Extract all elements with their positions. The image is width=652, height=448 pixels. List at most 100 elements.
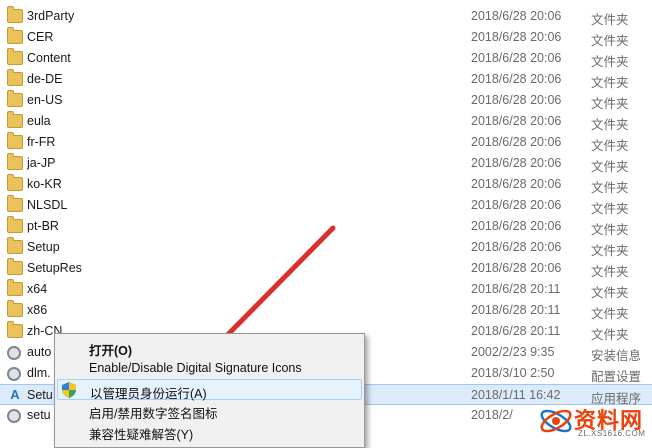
file-row[interactable]: SetupRes 2018/6/28 20:06 文件夹: [0, 258, 652, 279]
file-date: 2018/6/28 20:06: [471, 156, 562, 170]
file-row[interactable]: Content 2018/6/28 20:06 文件夹: [0, 48, 652, 69]
file-date: 2018/6/28 20:11: [471, 282, 561, 296]
file-date: 2018/6/28 20:06: [471, 30, 562, 44]
settings-file-icon: [7, 346, 21, 360]
file-name: NLSDL: [27, 198, 68, 212]
folder-icon: [7, 132, 23, 149]
menu-item-open[interactable]: 打开(O): [57, 337, 362, 358]
file-name: ja-JP: [27, 156, 56, 170]
file-name: Setu: [27, 388, 53, 402]
file-name: fr-FR: [27, 135, 56, 149]
menu-item-label: 打开(O): [89, 344, 133, 358]
folder-icon: [7, 27, 23, 44]
file-date: 2018/6/28 20:06: [471, 114, 562, 128]
file-date: 2018/6/28 20:06: [471, 198, 562, 212]
folder-icon: [7, 111, 23, 128]
file-type: 文件夹: [591, 97, 629, 111]
watermark-logo-icon: [540, 409, 572, 433]
file-type: 文件夹: [591, 55, 629, 69]
file-date: 2018/2/: [471, 408, 513, 422]
file-type: 文件夹: [591, 202, 629, 216]
file-name: setu: [27, 408, 51, 422]
file-date: 2018/6/28 20:06: [471, 135, 562, 149]
folder-icon: [7, 279, 23, 296]
file-date: 2018/6/28 20:11: [471, 303, 561, 317]
menu-item-label: 兼容性疑难解答(Y): [89, 428, 194, 442]
file-row[interactable]: de-DE 2018/6/28 20:06 文件夹: [0, 69, 652, 90]
file-row[interactable]: Setup 2018/6/28 20:06 文件夹: [0, 237, 652, 258]
menu-item-toggle-signature-icons-cn[interactable]: 启用/禁用数字签名图标: [57, 400, 362, 421]
file-date: 2018/6/28 20:06: [471, 72, 562, 86]
file-row[interactable]: pt-BR 2018/6/28 20:06 文件夹: [0, 216, 652, 237]
file-type: 文件夹: [591, 13, 629, 27]
folder-icon: [7, 300, 23, 317]
file-date: 2018/6/28 20:06: [471, 9, 562, 23]
settings-file-icon: [7, 409, 21, 423]
file-name: de-DE: [27, 72, 63, 86]
file-date: 2018/6/28 20:06: [471, 219, 562, 233]
file-date: 2002/2/23 9:35: [471, 345, 555, 359]
folder-icon: [7, 90, 23, 107]
file-type: 文件夹: [591, 307, 629, 321]
file-name: eula: [27, 114, 51, 128]
file-type: 文件夹: [591, 244, 629, 258]
file-row[interactable]: x64 2018/6/28 20:11 文件夹: [0, 279, 652, 300]
file-name: Content: [27, 51, 71, 65]
file-name: pt-BR: [27, 219, 59, 233]
file-date: 2018/6/28 20:06: [471, 261, 562, 275]
file-type: 文件夹: [591, 181, 629, 195]
watermark: 资料网 ZL.XS1616.COM: [538, 400, 652, 443]
folder-icon: [7, 6, 23, 23]
folder-icon: [7, 174, 23, 191]
folder-icon: [7, 153, 23, 170]
file-type: 文件夹: [591, 160, 629, 174]
file-row[interactable]: fr-FR 2018/6/28 20:06 文件夹: [0, 132, 652, 153]
file-date: 2018/6/28 20:11: [471, 324, 561, 338]
file-type: 文件夹: [591, 76, 629, 90]
uac-shield-icon: [62, 382, 76, 398]
context-menu: 打开(O) Enable/Disable Digital Signature I…: [54, 333, 365, 448]
settings-file-icon: [7, 367, 21, 381]
file-date: 2018/6/28 20:06: [471, 177, 562, 191]
file-name: dlm.: [27, 366, 51, 380]
file-date: 2018/6/28 20:06: [471, 51, 562, 65]
file-type: 文件夹: [591, 118, 629, 132]
folder-icon: [7, 69, 23, 86]
file-type: 文件夹: [591, 265, 629, 279]
menu-item-run-as-admin[interactable]: 以管理员身份运行(A): [57, 379, 362, 401]
file-row[interactable]: 3rdParty 2018/6/28 20:06 文件夹: [0, 6, 652, 27]
file-row[interactable]: ja-JP 2018/6/28 20:06 文件夹: [0, 153, 652, 174]
file-date: 2018/6/28 20:06: [471, 240, 562, 254]
folder-icon: [7, 195, 23, 212]
file-type: 文件夹: [591, 223, 629, 237]
folder-icon: [7, 321, 23, 338]
watermark-url: ZL.XS1616.COM: [578, 429, 646, 438]
file-name: auto: [27, 345, 52, 359]
file-date: 2018/6/28 20:06: [471, 93, 562, 107]
file-type: 文件夹: [591, 286, 629, 300]
folder-icon: [7, 258, 23, 275]
file-date: 2018/3/10 2:50: [471, 366, 555, 380]
file-row[interactable]: x86 2018/6/28 20:11 文件夹: [0, 300, 652, 321]
folder-icon: [7, 237, 23, 254]
file-row[interactable]: eula 2018/6/28 20:06 文件夹: [0, 111, 652, 132]
file-name: ko-KR: [27, 177, 62, 191]
autodesk-app-icon: A: [10, 387, 20, 402]
folder-icon: [7, 216, 23, 233]
folder-icon: [7, 48, 23, 65]
file-row[interactable]: en-US 2018/6/28 20:06 文件夹: [0, 90, 652, 111]
file-name: x64: [27, 282, 48, 296]
file-row[interactable]: CER 2018/6/28 20:06 文件夹: [0, 27, 652, 48]
file-name: SetupRes: [27, 261, 82, 275]
file-name: CER: [27, 30, 54, 44]
file-type: 文件夹: [591, 34, 629, 48]
file-name: 3rdParty: [27, 9, 75, 23]
file-row[interactable]: NLSDL 2018/6/28 20:06 文件夹: [0, 195, 652, 216]
file-name: Setup: [27, 240, 60, 254]
file-name: x86: [27, 303, 48, 317]
menu-item-compatibility-troubleshoot[interactable]: 兼容性疑难解答(Y): [57, 421, 362, 442]
file-row[interactable]: ko-KR 2018/6/28 20:06 文件夹: [0, 174, 652, 195]
menu-item-toggle-signature-icons[interactable]: Enable/Disable Digital Signature Icons: [57, 358, 362, 379]
file-type: 文件夹: [591, 328, 629, 342]
file-type: 配置设置: [591, 370, 642, 384]
